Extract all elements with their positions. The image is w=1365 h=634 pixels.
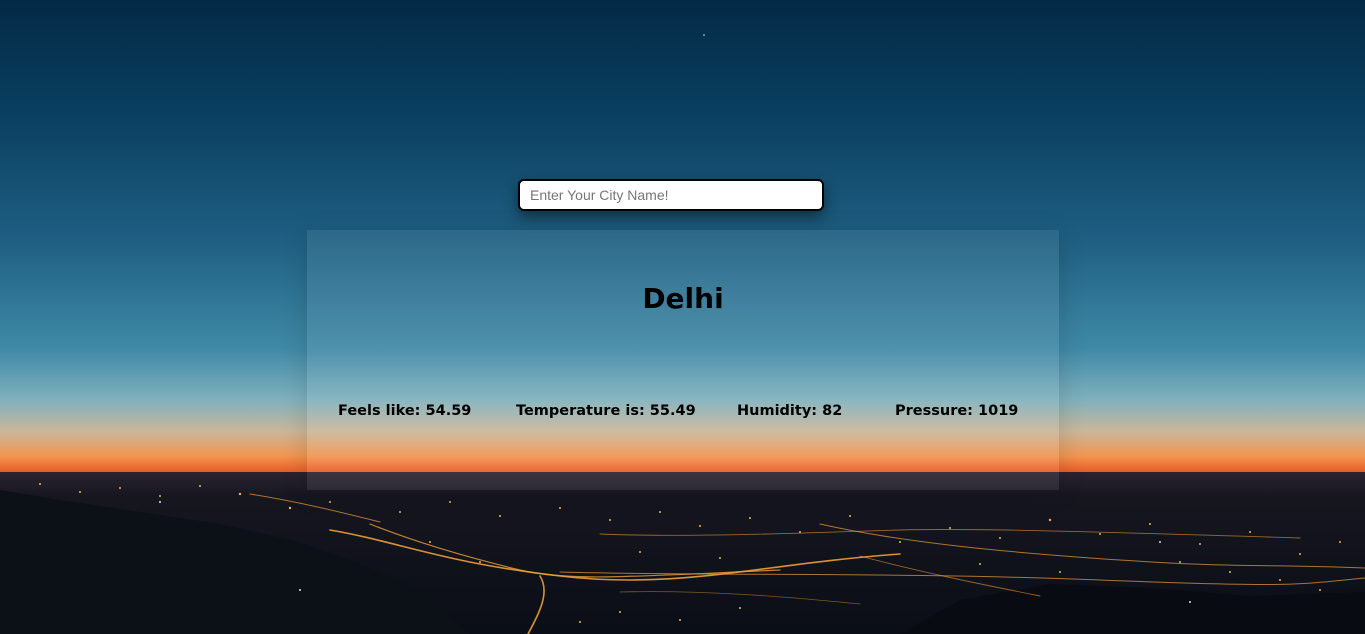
weather-stats-row: Feels like: 54.59 Temperature is: 55.49 … — [307, 403, 1059, 423]
city-name-heading: Delhi — [642, 282, 724, 315]
feels-like-stat: Feels like: 54.59 — [338, 403, 472, 419]
city-search-input[interactable] — [518, 179, 824, 211]
city-lights-background — [0, 472, 1365, 634]
pressure-stat: Pressure: 1019 — [895, 403, 1019, 419]
temperature-stat: Temperature is: 55.49 — [516, 403, 696, 419]
star-dot — [703, 34, 705, 36]
weather-card: Delhi Feels like: 54.59 Temperature is: … — [307, 230, 1059, 490]
humidity-stat: Humidity: 82 — [737, 403, 843, 419]
